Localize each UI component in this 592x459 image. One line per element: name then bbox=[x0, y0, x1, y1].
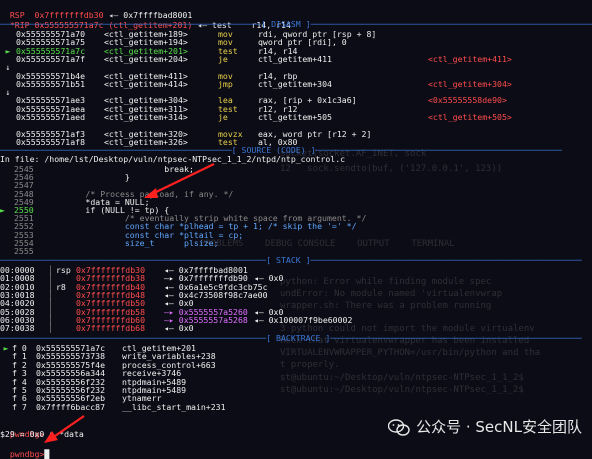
watermark-text: 公众号 · SecNL安全团队 bbox=[416, 418, 582, 437]
backtrace-frame: f 7 bbox=[12, 401, 27, 412]
stack-address: 0x7fffffffdb68 bbox=[76, 323, 146, 334]
stack-offset: 07:0038 bbox=[0, 323, 35, 334]
stack-separator: ────────────────────────────────────────… bbox=[0, 256, 582, 265]
ghost-overlay-3: python: Error while finding module spec bbox=[280, 277, 492, 287]
backtrace-separator: ────────────────────────────────────────… bbox=[0, 334, 582, 343]
backtrace-row: f 7 0x7ffff6bacc87 __libc_start_main+231 bbox=[0, 401, 226, 413]
disasm-target: <0x55555558de90> bbox=[428, 95, 507, 106]
register-rsp: RSP 0x7fffffffdb30 ◂— 0x7ffffbad8001 bbox=[0, 1, 192, 20]
source-code: } bbox=[46, 172, 130, 183]
stack-row: 07:0038 │ 0x7fffffffdb68 ◂— 0x0 bbox=[0, 324, 200, 334]
ghost-overlay-5: wrapper.sh: There was a problem running bbox=[280, 301, 492, 311]
ghost-overlay-2: 12 sock.sendto(buf, ('127.0.0.1', 123)) bbox=[280, 164, 503, 174]
ghost-overlay-9: t properly. bbox=[280, 360, 340, 370]
disasm-label: DISASM bbox=[271, 20, 301, 29]
ghost-overlay-4: undError: No module named 'virtualenvwra… bbox=[280, 289, 503, 299]
ghost-overlay-8: VIRTUALENVWRAPPER_PYTHON=/usr/bin/python… bbox=[280, 348, 541, 358]
watermark: 公众号 · SecNL安全团队 bbox=[387, 418, 582, 437]
ghost-overlay-10: st@ubuntu:~/Desktop/vuln/ntpsec-NTPsec_1… bbox=[280, 373, 524, 383]
disasm-target: <ctl_getitem+411> bbox=[428, 53, 512, 64]
ghost-overlay-12: PROBLEMS DEBUG CONSOLE OUTPUT TERMINAL bbox=[200, 239, 455, 249]
annotation-arrow-prompt bbox=[44, 415, 85, 443]
stack-extra: ◂— 0x100007f9be60002 bbox=[253, 314, 353, 325]
disasm-target: <ctl_getitem+304> bbox=[428, 78, 512, 89]
text-cursor: █ bbox=[44, 448, 50, 459]
disasm-separator: ────────────────────────────────────────… bbox=[0, 20, 592, 29]
wechat-icon bbox=[387, 419, 410, 437]
source-code: size_t plsize; bbox=[46, 237, 219, 248]
stack-divider: │ bbox=[48, 323, 53, 334]
disasm-target: <ctl_getitem+505> bbox=[428, 112, 512, 122]
gdb-result: $29 = 0x0 bbox=[0, 429, 45, 439]
backtrace-address: 0x7ffff6bacc87 bbox=[36, 401, 106, 412]
backtrace-label: BACKTRACE bbox=[276, 334, 321, 343]
stack-chain: ◂— 0x0 bbox=[164, 323, 194, 334]
ghost-overlay-11: st@ubuntu:~/Desktop/vuln/ntpsec-NTPsec_1… bbox=[280, 385, 524, 395]
backtrace-function: __libc_start_main+231 bbox=[122, 401, 226, 412]
gdb-prompt: pwndbg> bbox=[9, 448, 45, 459]
stack-label: STACK bbox=[276, 256, 301, 265]
annotation-arrow-source bbox=[144, 163, 215, 198]
